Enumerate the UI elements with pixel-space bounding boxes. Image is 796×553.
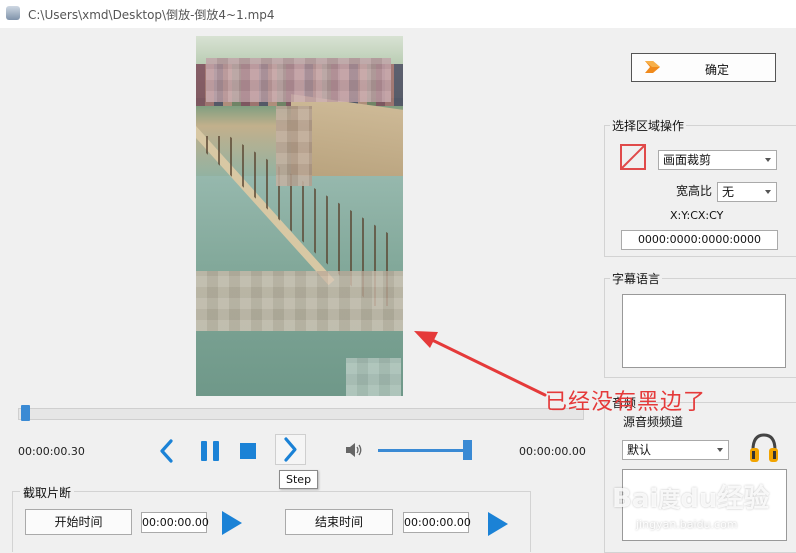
crop-mode-value: 画面裁剪: [663, 153, 712, 167]
ratio-value: 无: [722, 185, 735, 199]
ratio-label: 宽高比: [676, 184, 713, 198]
ratio-select[interactable]: 无: [717, 182, 777, 202]
previous-button[interactable]: [155, 437, 179, 465]
coord-caption: X:Y:CX:CY: [670, 209, 724, 222]
current-time: 00:00:00.30: [18, 445, 85, 458]
pixelated-area: [196, 271, 403, 331]
end-time-field[interactable]: 00:00:00.00: [403, 512, 471, 533]
chevron-down-icon: [765, 190, 771, 194]
audio-channel-select[interactable]: 默认: [622, 440, 729, 460]
region-group-label: 选择区域操作: [610, 117, 687, 134]
headphone-icon[interactable]: [748, 430, 780, 464]
play-icon[interactable]: [488, 512, 508, 536]
step-button[interactable]: [275, 434, 306, 465]
watermark-url: jingyan.baidu.com: [636, 518, 738, 531]
start-time-button[interactable]: 开始时间: [25, 509, 132, 535]
chevron-down-icon: [765, 158, 771, 162]
subtitle-list[interactable]: [622, 294, 786, 368]
watermark-logo: Bai度du经验: [612, 484, 770, 514]
video-preview[interactable]: [196, 36, 403, 396]
title-bar: C:\Users\xmd\Desktop\倒放-倒放4~1.mp4: [0, 0, 796, 28]
total-time: 00:00:00.00: [519, 445, 586, 458]
annotation-text: 已经没有黑边了: [545, 390, 707, 415]
subtitle-group-label: 字幕语言: [610, 270, 663, 287]
clip-group-label: 截取片断: [20, 484, 75, 501]
next-icon: [284, 437, 297, 462]
start-time-field[interactable]: 00:00:00.00: [141, 512, 209, 533]
pause-button[interactable]: [199, 439, 221, 463]
confirm-label: 确定: [705, 63, 730, 77]
progress-handle[interactable]: [21, 405, 30, 421]
pixelated-area: [276, 106, 312, 186]
pixelated-area: [346, 358, 401, 396]
annotation-arrow: [414, 331, 547, 397]
app-icon: [6, 6, 20, 20]
confirm-arrow-icon: [643, 58, 661, 76]
volume-slider[interactable]: [378, 449, 472, 452]
volume-handle[interactable]: [463, 440, 472, 460]
stop-button[interactable]: [240, 443, 256, 459]
volume-icon: [346, 443, 362, 457]
step-tooltip: Step: [279, 470, 319, 489]
prev-icon: [160, 439, 173, 463]
volume-button[interactable]: [345, 442, 363, 458]
window-title: C:\Users\xmd\Desktop\倒放-倒放4~1.mp4: [28, 8, 275, 22]
crop-icon[interactable]: [618, 142, 648, 172]
crop-mode-select[interactable]: 画面裁剪: [658, 150, 777, 170]
coord-input[interactable]: 0000:0000:0000:0000: [621, 230, 778, 250]
audio-channel-value: 默认: [627, 443, 652, 457]
end-time-button[interactable]: 结束时间: [285, 509, 393, 535]
play-icon[interactable]: [222, 511, 242, 535]
pixelated-area: [206, 58, 391, 102]
chevron-down-icon: [717, 448, 723, 452]
